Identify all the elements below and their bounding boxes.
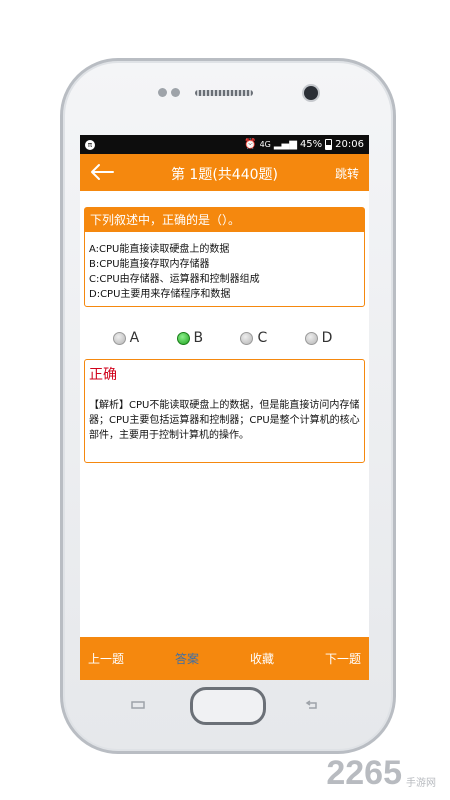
option-text-d: D:CPU主要用来存储程序和数据 xyxy=(89,289,231,300)
answer-choices: A B C D xyxy=(84,307,365,349)
watermark-text: 手游网 xyxy=(406,778,436,790)
alarm-icon: ⏰ xyxy=(244,139,257,150)
battery-icon xyxy=(325,139,333,150)
watermark-text-line1: 手游网 xyxy=(406,778,436,789)
main-content: 下列叙述中，正确的是（）。 A:CPU能直接读取硬盘上的数据 B:CPU能直接存… xyxy=(80,191,369,463)
top-bar: 第 1题(共440题) 跳转 xyxy=(80,154,369,191)
choice-a-label: A xyxy=(129,330,140,346)
question-options: A:CPU能直接读取硬盘上的数据 B:CPU能直接存取内存储器 C:CPU由存储… xyxy=(85,232,364,306)
option-text-a: A:CPU能直接读取硬盘上的数据 xyxy=(89,244,230,255)
radio-a[interactable] xyxy=(112,331,126,345)
sensor-dots xyxy=(158,88,180,97)
recent-apps-icon[interactable] xyxy=(130,700,146,710)
radio-c[interactable] xyxy=(240,331,254,345)
favorite-button[interactable]: 收藏 xyxy=(250,650,274,667)
notification-icon: π xyxy=(85,139,95,150)
front-camera xyxy=(304,86,318,100)
earpiece-speaker xyxy=(195,90,253,96)
result-label: 正确 xyxy=(89,367,117,383)
prev-question-button[interactable]: 上一题 xyxy=(88,650,124,667)
option-text-b: B:CPU能直接存取内存储器 xyxy=(89,259,210,270)
question-prompt: 下列叙述中，正确的是（）。 xyxy=(85,208,364,232)
option-text-c: C:CPU由存储器、运算器和控制器组成 xyxy=(89,274,260,285)
answer-button[interactable]: 答案 xyxy=(175,650,199,667)
question-card: 下列叙述中，正确的是（）。 A:CPU能直接读取硬盘上的数据 B:CPU能直接存… xyxy=(84,207,365,307)
clock: 20:06 xyxy=(335,139,364,150)
status-right: ⏰ 4G ▂▄▆ 45% 20:06 xyxy=(244,139,364,150)
choice-c[interactable]: C xyxy=(240,330,267,346)
bottom-bar: 上一题 答案 收藏 下一题 xyxy=(80,637,369,680)
choice-b-label: B xyxy=(193,330,204,346)
network-type: 4G xyxy=(259,140,271,149)
watermark-number: 2265 xyxy=(326,754,402,792)
analysis-text: 【解析】CPU不能读取硬盘上的数据，但是能直接访问内存储器；CPU主要包括运算器… xyxy=(89,400,360,441)
home-button[interactable] xyxy=(190,687,266,725)
site-watermark: 2265 手游网 xyxy=(326,756,436,790)
page-title: 第 1题(共440题) xyxy=(170,167,278,183)
jump-button[interactable]: 跳转 xyxy=(335,165,359,182)
radio-d[interactable] xyxy=(304,331,318,345)
choice-a[interactable]: A xyxy=(112,330,140,346)
choice-b[interactable]: B xyxy=(176,330,204,346)
battery-percent: 45% xyxy=(299,139,323,150)
app-screen: π ⏰ 4G ▂▄▆ 45% 20:06 第 1题(共440题) 跳转 下列叙述… xyxy=(80,135,369,680)
status-bar: π ⏰ 4G ▂▄▆ 45% 20:06 xyxy=(80,135,369,154)
back-key-icon[interactable] xyxy=(304,700,320,710)
choice-d-label: D xyxy=(321,330,333,346)
radio-b-selected[interactable] xyxy=(176,331,190,345)
answer-card: 正确 【解析】CPU不能读取硬盘上的数据，但是能直接访问内存储器；CPU主要包括… xyxy=(84,359,365,463)
next-question-button[interactable]: 下一题 xyxy=(325,650,361,667)
choice-d[interactable]: D xyxy=(304,330,333,346)
signal-icon: ▂▄▆ xyxy=(273,139,297,150)
choice-c-label: C xyxy=(257,330,268,346)
